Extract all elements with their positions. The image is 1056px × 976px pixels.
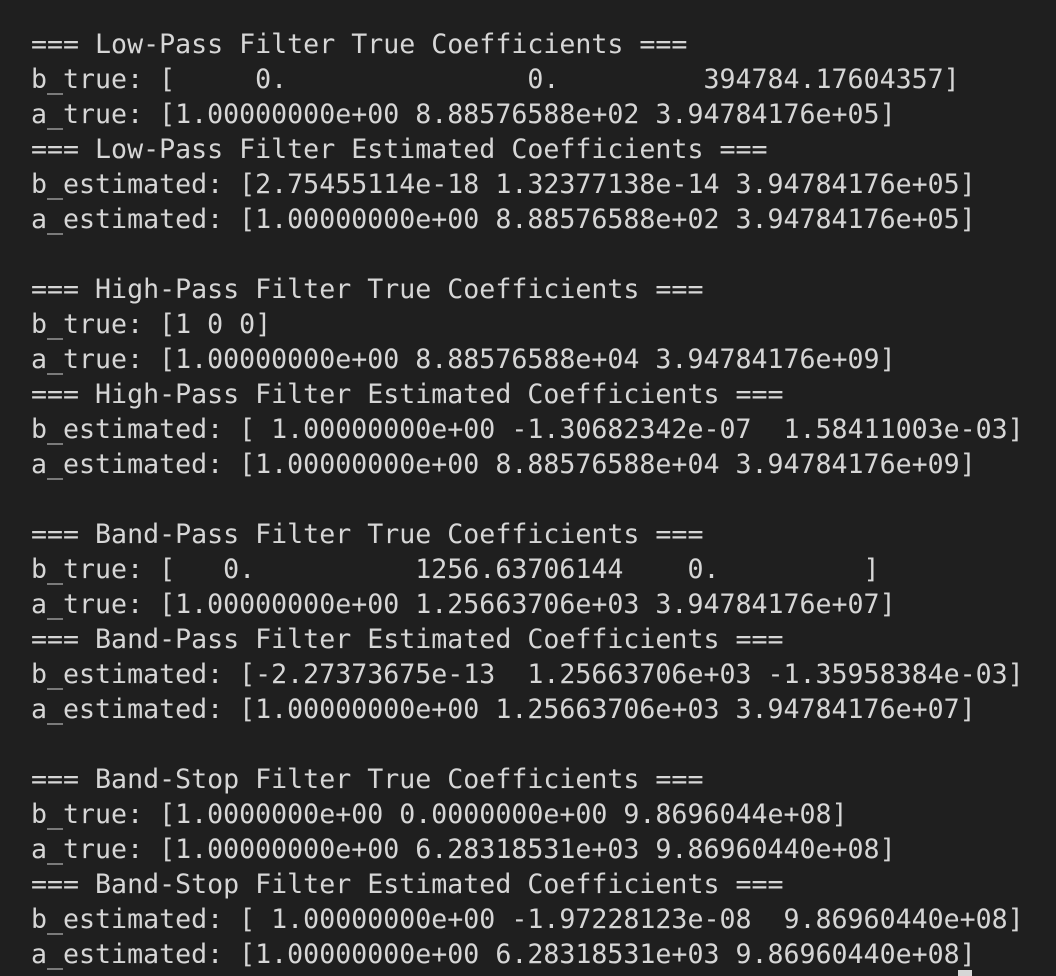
output-line-b-true: b_true: [ 0. 0. 394784.17604357]: [31, 64, 960, 95]
section-header-low-pass-true: === Low-Pass Filter True Coefficients ==…: [31, 29, 688, 60]
section-header-band-pass-estimated: === Band-Pass Filter Estimated Coefficie…: [31, 624, 784, 655]
output-line-b-estimated: b_estimated: [ 1.00000000e+00 -1.9722812…: [31, 904, 1024, 935]
output-line-b-true: b_true: [1.0000000e+00 0.0000000e+00 9.8…: [31, 799, 848, 830]
terminal-cursor: [958, 970, 972, 976]
output-line-a-estimated: a_estimated: [1.00000000e+00 1.25663706e…: [31, 694, 976, 725]
output-line-b-true: b_true: [ 0. 1256.63706144 0. ]: [31, 554, 880, 585]
output-line-b-estimated: b_estimated: [ 1.00000000e+00 -1.3068234…: [31, 414, 1024, 445]
output-line-a-estimated: a_estimated: [1.00000000e+00 6.28318531e…: [31, 939, 976, 970]
output-line-a-true: a_true: [1.00000000e+00 6.28318531e+03 9…: [31, 834, 896, 865]
section-header-band-stop-true: === Band-Stop Filter True Coefficients =…: [31, 764, 704, 795]
terminal-output[interactable]: === Low-Pass Filter True Coefficients ==…: [0, 0, 1056, 976]
output-line-a-estimated: a_estimated: [1.00000000e+00 8.88576588e…: [31, 449, 976, 480]
output-line-a-true: a_true: [1.00000000e+00 8.88576588e+02 3…: [31, 99, 896, 130]
section-header-band-pass-true: === Band-Pass Filter True Coefficients =…: [31, 519, 704, 550]
section-header-high-pass-estimated: === High-Pass Filter Estimated Coefficie…: [31, 379, 784, 410]
section-header-high-pass-true: === High-Pass Filter True Coefficients =…: [31, 274, 704, 305]
output-line-b-estimated: b_estimated: [-2.27373675e-13 1.25663706…: [31, 659, 1024, 690]
output-line-b-estimated: b_estimated: [2.75455114e-18 1.32377138e…: [31, 169, 976, 200]
output-line-a-true: a_true: [1.00000000e+00 1.25663706e+03 3…: [31, 589, 896, 620]
output-line-a-true: a_true: [1.00000000e+00 8.88576588e+04 3…: [31, 344, 896, 375]
section-header-low-pass-estimated: === Low-Pass Filter Estimated Coefficien…: [31, 134, 768, 165]
section-header-band-stop-estimated: === Band-Stop Filter Estimated Coefficie…: [31, 869, 784, 900]
output-line-a-estimated: a_estimated: [1.00000000e+00 8.88576588e…: [31, 204, 976, 235]
output-line-b-true: b_true: [1 0 0]: [31, 309, 272, 340]
